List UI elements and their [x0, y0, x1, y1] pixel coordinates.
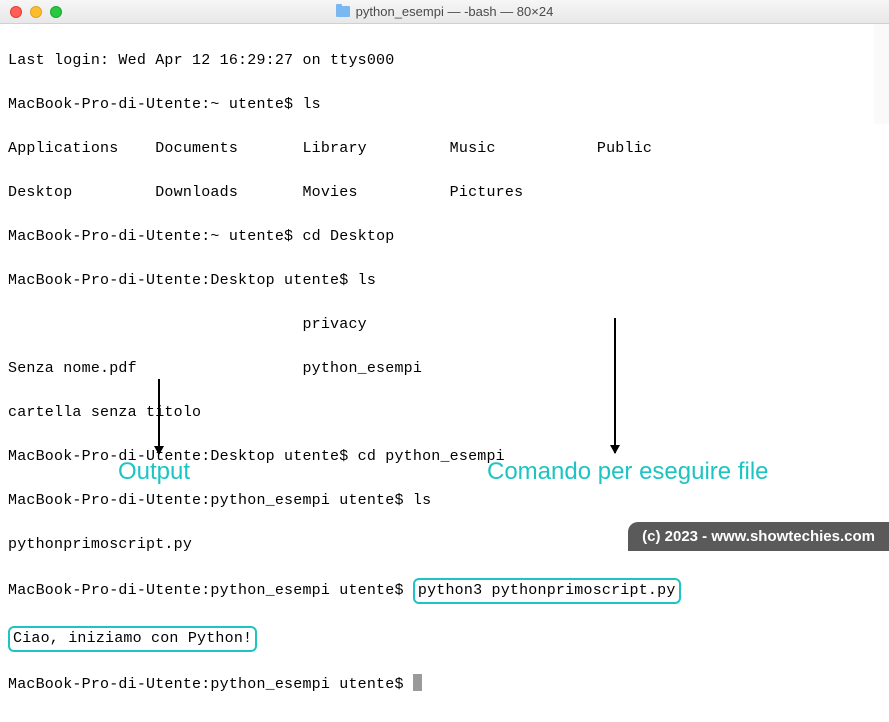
folder-icon [336, 6, 350, 17]
window-titlebar: python_esempi — -bash — 80×24 [0, 0, 889, 24]
ls-output: Applications Documents Library Music Pub… [8, 138, 881, 160]
caption-command: Comando per eseguire file [487, 458, 769, 486]
prompt-line: MacBook-Pro-di-Utente:~ utente$ cd Deskt… [8, 226, 881, 248]
python-output-line: Ciao, iniziamo con Python! [8, 626, 881, 652]
arrow-output [158, 379, 160, 454]
caption-output: Output [118, 458, 190, 486]
arrow-command [614, 318, 616, 453]
last-login-line: Last login: Wed Apr 12 16:29:27 on ttys0… [8, 50, 881, 72]
command-highlight: python3 pythonprimoscript.py [413, 578, 681, 604]
prompt-line: MacBook-Pro-di-Utente:Desktop utente$ ls [8, 270, 881, 292]
terminal-cursor [413, 674, 422, 691]
prompt-line: MacBook-Pro-di-Utente:python_esempi uten… [8, 674, 881, 696]
traffic-lights [0, 6, 62, 18]
prompt-line: MacBook-Pro-di-Utente:python_esempi uten… [8, 578, 881, 604]
ls-output: Desktop Downloads Movies Pictures [8, 182, 881, 204]
ls-output: privacy [8, 314, 881, 336]
terminal-content[interactable]: Last login: Wed Apr 12 16:29:27 on ttys0… [0, 24, 889, 722]
window-title: python_esempi — -bash — 80×24 [356, 4, 554, 19]
ls-output: cartella senza titolo [8, 402, 881, 424]
zoom-button[interactable] [50, 6, 62, 18]
close-button[interactable] [10, 6, 22, 18]
prompt-line: MacBook-Pro-di-Utente:python_esempi uten… [8, 490, 881, 512]
window-title-wrap: python_esempi — -bash — 80×24 [0, 4, 889, 19]
minimize-button[interactable] [30, 6, 42, 18]
watermark: (c) 2023 - www.showtechies.com [628, 522, 889, 551]
prompt-line: MacBook-Pro-di-Utente:~ utente$ ls [8, 94, 881, 116]
ls-output: Senza nome.pdf python_esempi [8, 358, 881, 380]
output-highlight: Ciao, iniziamo con Python! [8, 626, 257, 652]
scrollbar[interactable] [874, 24, 889, 124]
